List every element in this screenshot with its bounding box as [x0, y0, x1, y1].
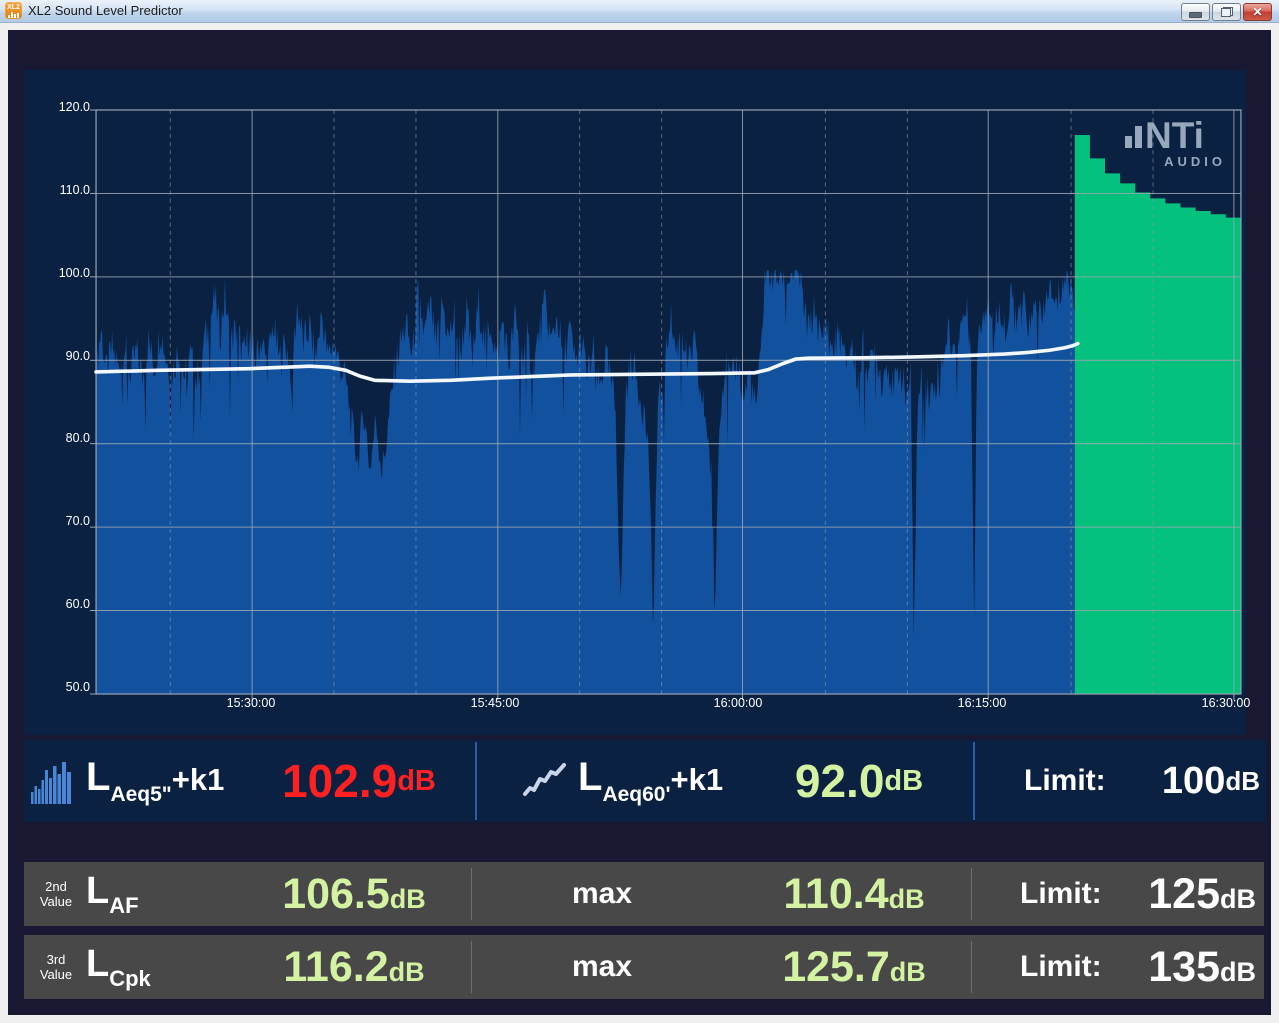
- minimize-icon: [1189, 12, 1202, 18]
- app-window: XL2 XL2 Sound Level Predictor ✕ NTi AUDI…: [0, 0, 1279, 1023]
- level-history-chart: [88, 100, 1249, 704]
- second-value-row: 2ndValue LAF 106.5dB max 110.4dB Limit: …: [24, 862, 1264, 926]
- row-current-value: 116.2dB: [264, 935, 444, 999]
- level-history-area: [96, 270, 1075, 694]
- legend-average-value: 92.0dB: [774, 740, 944, 822]
- legend-primary: LAeq5"+k1: [30, 740, 224, 822]
- row-current-value: 106.5dB: [264, 862, 444, 926]
- legend-divider: [973, 742, 975, 820]
- legend-primary-label: LAeq5"+k1: [86, 755, 224, 807]
- legend-limit-value: 100dB: [1162, 740, 1260, 822]
- window-titlebar: XL2 XL2 Sound Level Predictor ✕: [0, 0, 1279, 23]
- histogram-icon: [30, 758, 74, 804]
- legend-average: LAeq60'+k1: [522, 740, 723, 822]
- legend-primary-value: 102.9dB: [274, 740, 444, 822]
- row-tag: 3rdValue: [34, 935, 78, 999]
- row-divider: [471, 941, 472, 993]
- row-max-value: 110.4dB: [754, 862, 954, 926]
- row-divider: [971, 868, 972, 920]
- row-limit-value: 125dB: [1148, 862, 1256, 926]
- trend-line-icon: [522, 761, 568, 801]
- row-limit-label: Limit:: [1020, 935, 1102, 999]
- row-max-value: 125.7dB: [754, 935, 954, 999]
- third-value-row: 3rdValue LCpk 116.2dB max 125.7dB Limit:…: [24, 935, 1264, 999]
- row-tag: 2ndValue: [34, 862, 78, 926]
- restore-button[interactable]: [1212, 3, 1241, 21]
- row-metric-label: LCpk: [86, 935, 151, 999]
- close-button[interactable]: ✕: [1243, 3, 1272, 21]
- restore-icon: [1221, 7, 1233, 17]
- legend-limit-label: Limit:: [1024, 740, 1106, 822]
- row-metric-label: LAF: [86, 862, 139, 926]
- max-label: max: [572, 935, 632, 999]
- row-divider: [971, 941, 972, 993]
- legend-average-label: LAeq60'+k1: [578, 755, 723, 807]
- app-canvas: NTi AUDIO 120.0110.0100.090.080.070.060.…: [8, 30, 1271, 1015]
- sound-level-chart-panel: NTi AUDIO: [24, 70, 1246, 735]
- window-title: XL2 Sound Level Predictor: [28, 3, 183, 18]
- minimize-button[interactable]: [1181, 3, 1210, 21]
- row-limit-value: 135dB: [1148, 935, 1256, 999]
- row-divider: [471, 868, 472, 920]
- legend-divider: [475, 742, 477, 820]
- close-icon: ✕: [1252, 6, 1262, 18]
- row-limit-label: Limit:: [1020, 862, 1102, 926]
- max-label: max: [572, 862, 632, 926]
- legend-bar: LAeq5"+k1 102.9dB LAeq60'+k1 92.0dB: [24, 740, 1266, 822]
- xl2-app-icon: XL2: [5, 2, 22, 19]
